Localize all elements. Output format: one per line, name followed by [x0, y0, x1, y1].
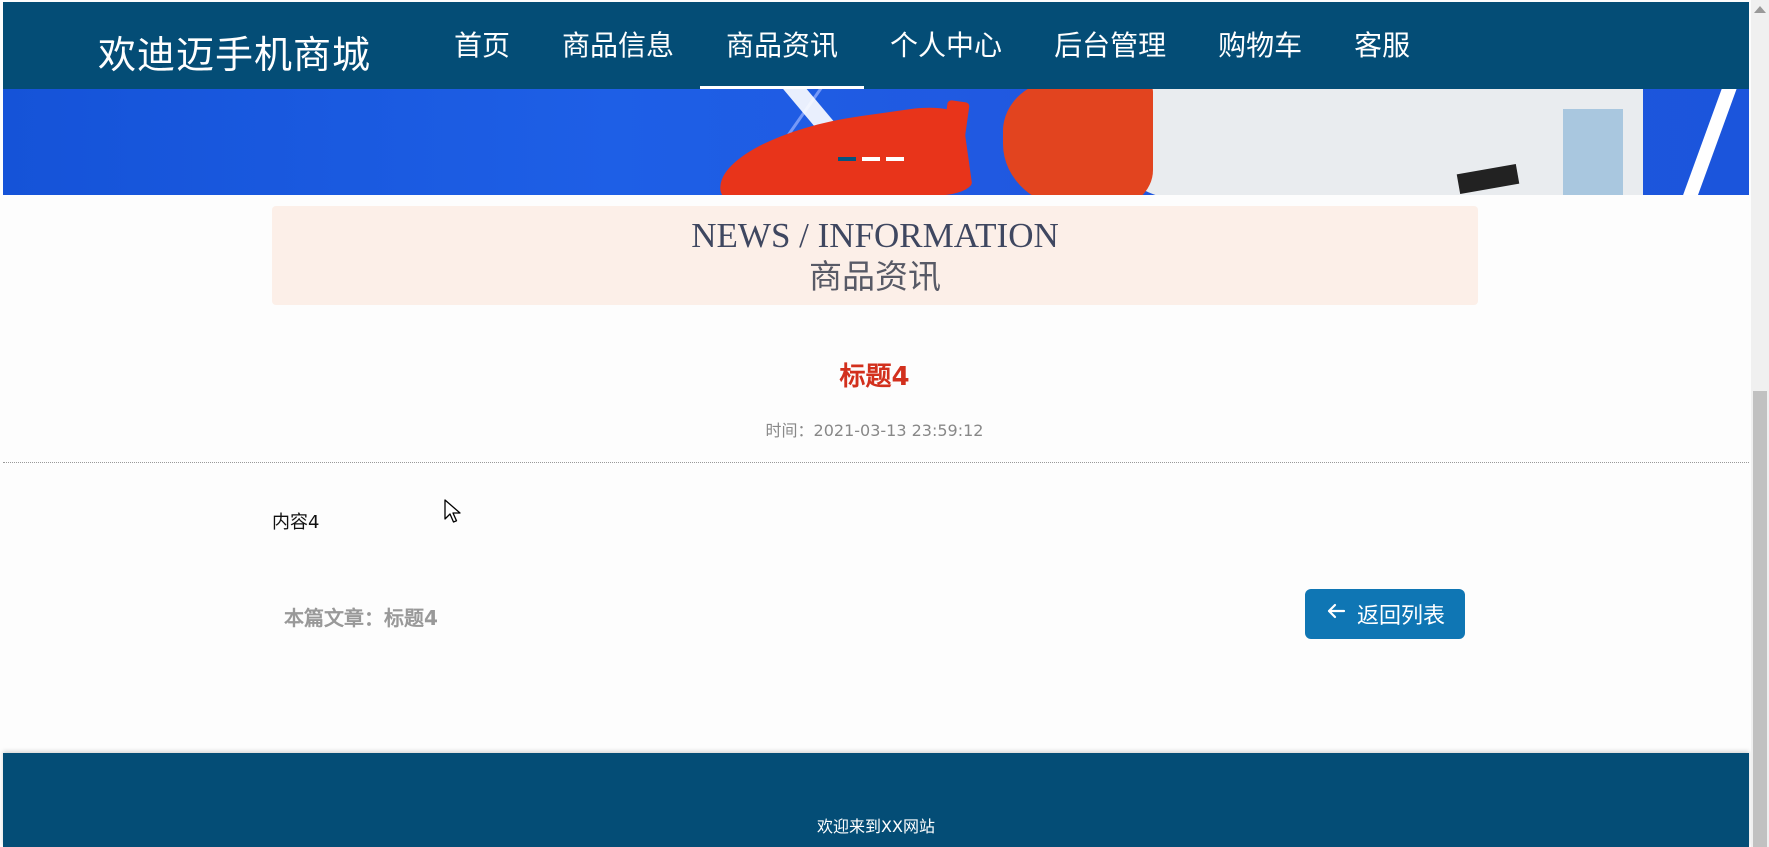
nav-item-news[interactable]: 商品资讯 [700, 2, 865, 89]
section-title-en: NEWS / INFORMATION [691, 216, 1059, 255]
nav-item-admin[interactable]: 后台管理 [1028, 2, 1192, 89]
banner-carousel[interactable] [3, 89, 1749, 195]
section-title-zh: 商品资讯 [809, 257, 941, 296]
site-brand[interactable]: 欢迪迈手机商城 [98, 24, 371, 79]
article-title: 标题4 [839, 362, 910, 392]
section-header: NEWS / INFORMATION 商品资讯 [272, 206, 1478, 305]
nav-item-products[interactable]: 商品信息 [536, 2, 700, 89]
current-article-label: 本篇文章：标题4 [284, 606, 438, 630]
carousel-dot[interactable] [862, 157, 880, 161]
mouse-cursor-icon [444, 499, 462, 530]
nav-item-profile[interactable]: 个人中心 [864, 2, 1028, 89]
back-button-label: 返回列表 [1356, 604, 1445, 629]
nav-item-service[interactable]: 客服 [1328, 2, 1436, 89]
scroll-up-arrow-icon[interactable] [1754, 6, 1766, 13]
nav-menu: 首页 商品信息 商品资讯 个人中心 后台管理 购物车 客服 [428, 2, 1436, 89]
carousel-dot[interactable] [838, 157, 856, 161]
article-content: 内容4 [272, 512, 320, 533]
carousel-indicators [838, 157, 904, 161]
arrow-left-icon [1325, 600, 1347, 628]
carousel-dot[interactable] [886, 157, 904, 161]
back-to-list-button[interactable]: 返回列表 [1305, 589, 1465, 639]
banner-image-sleeve [1003, 89, 1153, 195]
top-navbar: 欢迪迈手机商城 首页 商品信息 商品资讯 个人中心 后台管理 购物车 客服 [3, 2, 1749, 89]
divider [3, 462, 1749, 463]
nav-item-cart[interactable]: 购物车 [1192, 2, 1328, 89]
banner-image-shoe [712, 102, 974, 195]
banner-decoration [1655, 89, 1745, 195]
footer: 欢迎来到XX网站 [3, 753, 1749, 847]
banner-image-cloth [1563, 109, 1623, 195]
article-time: 时间：2021-03-13 23:59:12 [765, 421, 984, 440]
scrollbar-thumb[interactable] [1753, 391, 1767, 847]
nav-item-home[interactable]: 首页 [428, 2, 536, 89]
footer-text: 欢迎来到XX网站 [817, 817, 935, 836]
